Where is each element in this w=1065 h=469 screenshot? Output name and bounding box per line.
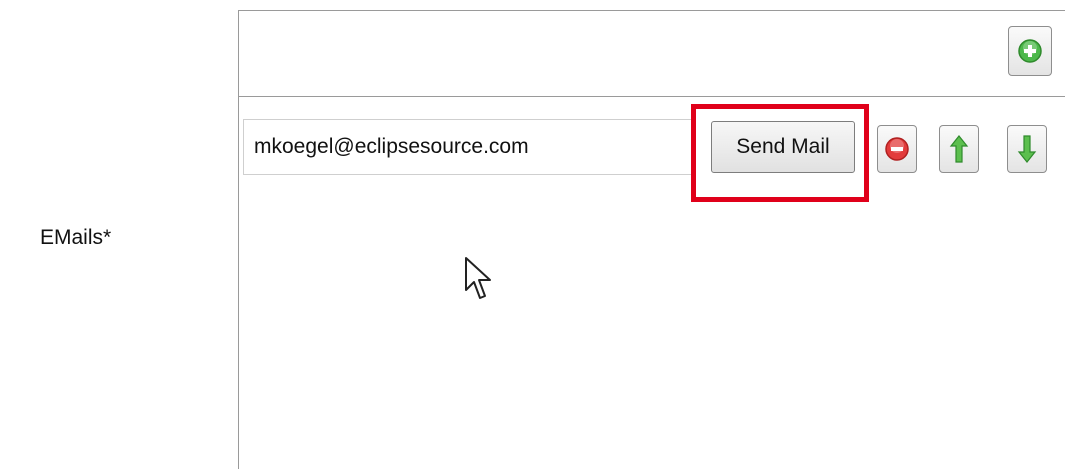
move-down-button[interactable]: [1007, 125, 1047, 173]
emails-field-label: EMails*: [40, 226, 112, 249]
email-input[interactable]: [243, 119, 695, 175]
arrow-down-icon: [1017, 135, 1037, 163]
send-mail-button[interactable]: Send Mail: [711, 121, 855, 173]
mouse-pointer-icon: [464, 256, 494, 307]
add-email-button[interactable]: [1008, 26, 1052, 76]
emails-list-panel: Send Mail: [238, 10, 1065, 469]
email-list-editor: EMails* Send Mail: [0, 0, 1065, 469]
remove-email-button[interactable]: [877, 125, 917, 173]
remove-icon: [885, 137, 909, 161]
arrow-up-icon: [949, 135, 969, 163]
move-up-button[interactable]: [939, 125, 979, 173]
add-icon: [1018, 39, 1042, 63]
panel-divider: [239, 96, 1065, 97]
